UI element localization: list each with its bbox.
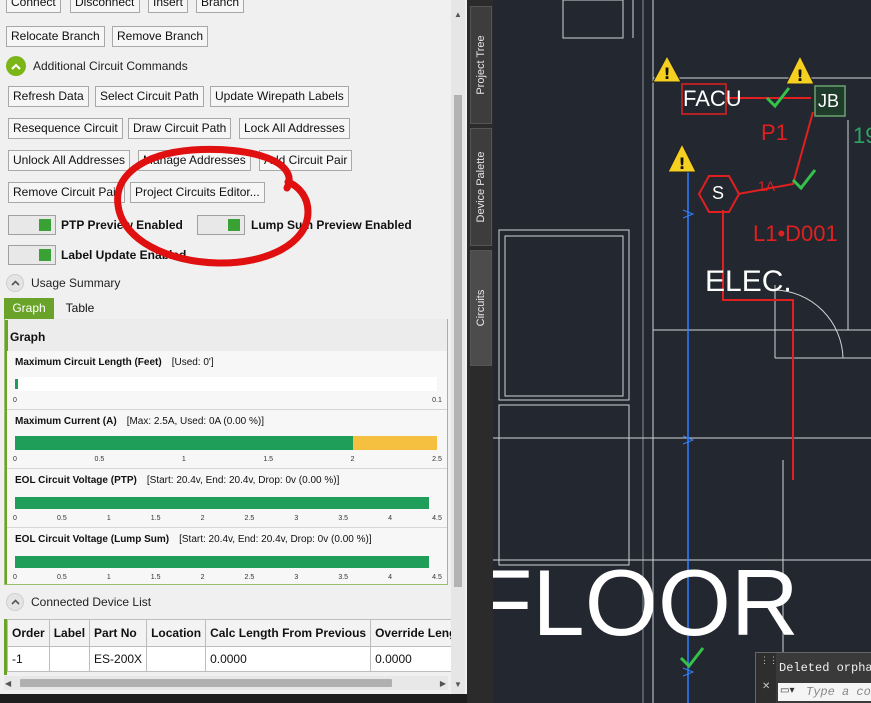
annotation-overlay xyxy=(114,145,312,267)
annotation-circle xyxy=(114,145,312,267)
p1-label: P1 xyxy=(761,120,788,145)
tab-circuits-label: Circuits xyxy=(475,289,487,327)
cad-drawing-area[interactable]: ! ! ! FACU JB P1 19 S 1A L1•D001 ELEC. F… xyxy=(493,0,871,703)
cut-number-label: 19 xyxy=(853,123,871,148)
command-prompt-icon[interactable]: ▭▾ xyxy=(780,685,794,696)
jb-label: JB xyxy=(818,91,840,111)
floor-label: FLOOR xyxy=(493,550,799,655)
command-window[interactable]: ⋮⋮ ✕ Deleted orphaned ▭▾ Type a command xyxy=(755,652,871,703)
amp-label: 1A xyxy=(758,178,776,194)
tab-project-tree[interactable]: Project Tree xyxy=(470,6,492,124)
warning-icon: ! xyxy=(652,54,682,83)
command-placeholder: Type a command xyxy=(806,685,871,699)
facu-label: FACU xyxy=(683,86,742,111)
grip-dots-icon: ⋮⋮ xyxy=(760,655,778,665)
svg-text:!: ! xyxy=(796,66,803,85)
svg-text:!: ! xyxy=(663,64,670,83)
side-tab-strip: Project Tree Device Palette Circuits xyxy=(467,0,493,703)
close-icon[interactable]: ✕ xyxy=(762,681,770,692)
command-input[interactable]: ▭▾ Type a command xyxy=(778,683,871,701)
tab-device-palette[interactable]: Device Palette xyxy=(470,128,492,246)
warning-icon: ! xyxy=(667,142,697,173)
circuits-panel: Connect Disconnect Insert Branch Relocat… xyxy=(0,0,468,694)
smoke-detector-label: S xyxy=(712,183,725,203)
svg-text:!: ! xyxy=(678,154,685,173)
tab-project-tree-label: Project Tree xyxy=(475,35,487,95)
warning-icon: ! xyxy=(785,54,815,85)
tab-device-palette-label: Device Palette xyxy=(475,151,487,223)
circuit-label: L1•D001 xyxy=(753,221,838,246)
command-history: Deleted orphaned xyxy=(779,661,871,675)
room-label: ELEC. xyxy=(705,265,792,298)
tab-circuits[interactable]: Circuits xyxy=(470,250,492,366)
